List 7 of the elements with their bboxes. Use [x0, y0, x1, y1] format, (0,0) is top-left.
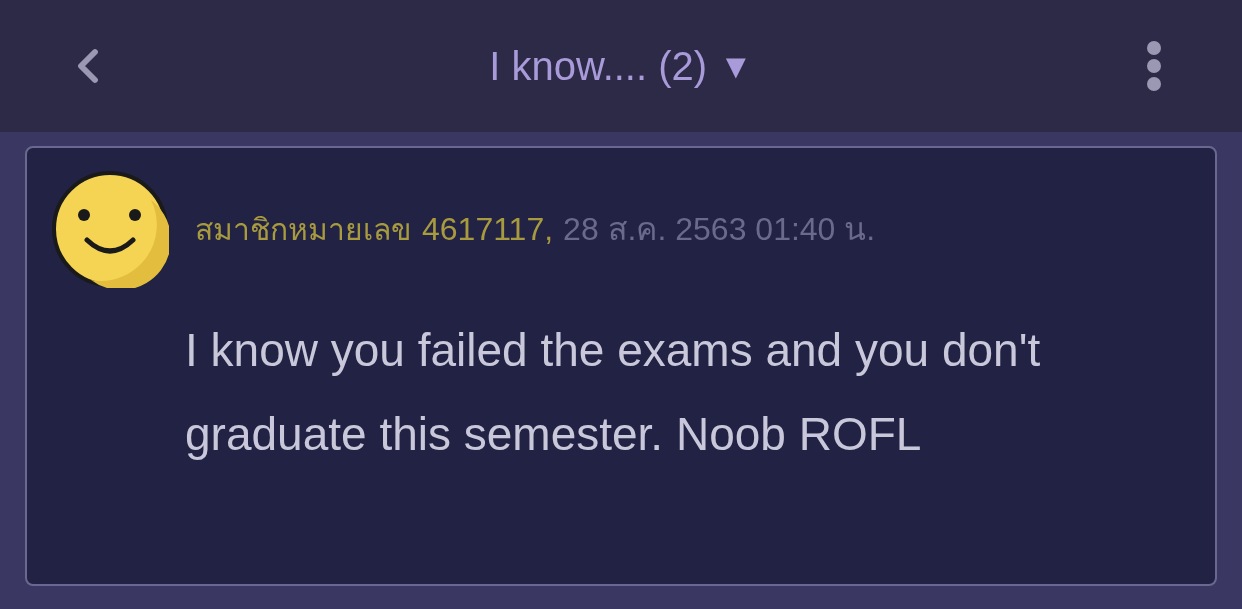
author-name: สมาชิกหมายเลข	[195, 212, 412, 248]
thread-title-dropdown[interactable]: I know.... (2) ▼	[489, 36, 753, 96]
post-body: I know you failed the exams and you don't graduate this semester. Noob ROFL	[185, 323, 1042, 462]
more-icon	[1146, 40, 1162, 92]
member-id: 4617117,	[422, 210, 554, 249]
smiley-avatar-icon	[51, 170, 169, 288]
post-timestamp: 28 ส.ค. 2563 01:40 น.	[563, 210, 876, 249]
